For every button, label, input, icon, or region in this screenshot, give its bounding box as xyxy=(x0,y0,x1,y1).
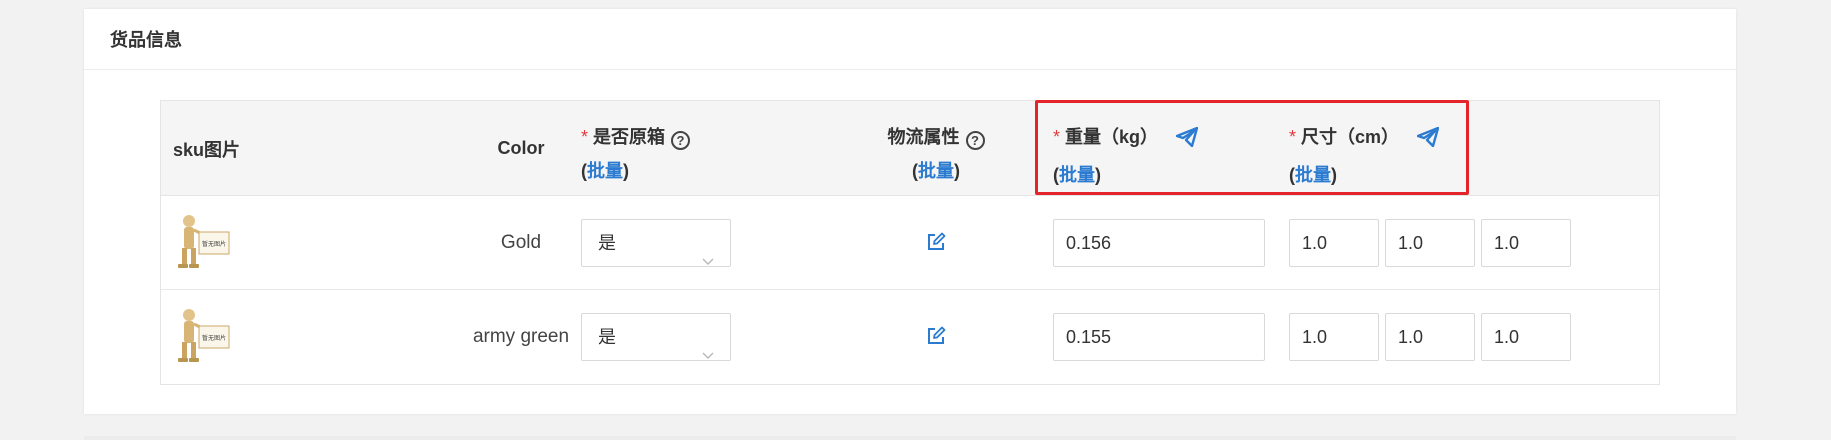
header-size: * 尺寸（cm） (批量) xyxy=(1289,101,1509,196)
question-circle-icon[interactable]: ? xyxy=(965,131,985,150)
paren-close: ) xyxy=(954,161,960,181)
edit-icon[interactable] xyxy=(926,326,946,351)
paper-plane-icon[interactable] xyxy=(1175,124,1199,158)
question-circle-icon[interactable]: ? xyxy=(671,131,691,150)
header-logistics-label: 物流属性 xyxy=(887,127,960,147)
header-size-label: 尺寸（cm） xyxy=(1301,127,1400,147)
header-color: Color xyxy=(497,138,545,158)
original-box-select-value: 是 xyxy=(598,327,616,347)
color-cell: army green xyxy=(472,326,570,347)
paper-plane-icon[interactable] xyxy=(1416,124,1440,158)
batch-original-box-link[interactable]: 批量 xyxy=(587,161,623,181)
paren-close: ) xyxy=(623,161,629,181)
table-row: 暂无图片 army green 是 0.155 1.0 1.0 1.0 xyxy=(161,290,1659,384)
no-image-text: 暂无图片 xyxy=(202,240,226,248)
required-mark: * xyxy=(581,127,589,147)
weight-input[interactable]: 0.155 xyxy=(1053,313,1265,361)
header-original-box: * 是否原箱? (批量) xyxy=(581,101,781,196)
weight-input[interactable]: 0.156 xyxy=(1053,219,1265,267)
length-input[interactable]: 1.0 xyxy=(1289,219,1379,267)
next-panel-edge xyxy=(84,436,1736,440)
panel-title: 货品信息 xyxy=(84,9,1736,70)
batch-logistics-link[interactable]: 批量 xyxy=(918,161,954,181)
height-input[interactable]: 1.0 xyxy=(1481,313,1571,361)
sku-thumbnail[interactable]: 暂无图片 xyxy=(173,306,231,364)
sku-thumbnail[interactable]: 暂无图片 xyxy=(173,212,231,270)
required-mark: * xyxy=(1289,127,1297,147)
table-row: 暂无图片 Gold 是 0.156 1.0 1.0 1.0 xyxy=(161,196,1659,290)
height-input[interactable]: 1.0 xyxy=(1481,219,1571,267)
batch-size-link[interactable]: 批量 xyxy=(1295,165,1331,185)
chevron-down-icon xyxy=(702,237,714,283)
width-input[interactable]: 1.0 xyxy=(1385,219,1475,267)
paren-close: ) xyxy=(1331,165,1337,185)
length-input[interactable]: 1.0 xyxy=(1289,313,1379,361)
sku-table: sku图片 Color * 是否原箱? (批量) 物流属性? (批量) * 重量（k… xyxy=(160,100,1660,385)
header-logistics: 物流属性? (批量) xyxy=(861,101,1011,196)
header-sku-image: sku图片 xyxy=(173,139,241,160)
original-box-select[interactable]: 是 xyxy=(581,313,731,361)
edit-icon[interactable] xyxy=(926,232,946,257)
header-original-box-label: 是否原箱 xyxy=(593,127,666,147)
chevron-down-icon xyxy=(702,331,714,377)
header-weight: * 重量（kg） (批量) xyxy=(1053,101,1273,196)
batch-weight-link[interactable]: 批量 xyxy=(1059,165,1095,185)
color-cell: Gold xyxy=(500,231,542,253)
paren-close: ) xyxy=(1095,165,1101,185)
width-input[interactable]: 1.0 xyxy=(1385,313,1475,361)
original-box-select[interactable]: 是 xyxy=(581,219,731,267)
required-mark: * xyxy=(1053,127,1061,147)
header-weight-label: 重量（kg） xyxy=(1065,127,1159,147)
no-image-text: 暂无图片 xyxy=(202,334,226,342)
original-box-select-value: 是 xyxy=(598,233,616,253)
table-header: sku图片 Color * 是否原箱? (批量) 物流属性? (批量) * 重量（k… xyxy=(161,101,1659,196)
